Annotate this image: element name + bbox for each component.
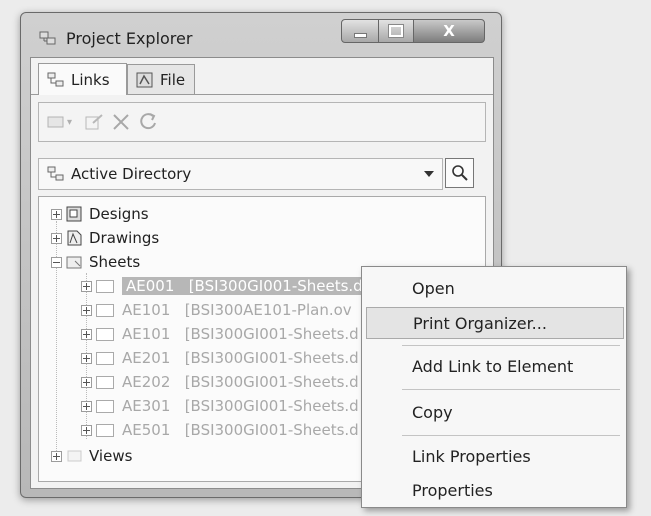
expand-icon[interactable] (81, 280, 92, 292)
sheet-name: AE201 (122, 349, 171, 367)
expand-icon[interactable] (81, 352, 92, 364)
tree-item-label: Views (89, 447, 133, 465)
context-menu: Open Print Organizer... Add Link to Elem… (361, 266, 627, 508)
title-bar[interactable]: Project Explorer X (21, 13, 501, 57)
directory-row: Active Directory (38, 158, 484, 190)
new-link-button[interactable]: ▾ (47, 112, 72, 132)
edit-link-button[interactable] (85, 112, 105, 132)
delete-x-icon (113, 114, 129, 130)
sheet-file: [BSI300GI001-Sheets.d (184, 421, 359, 439)
tree-item-designs[interactable]: Designs (51, 203, 149, 225)
sheet-icon (96, 303, 114, 317)
menu-item-copy[interactable]: Copy (366, 397, 622, 427)
sheet-name: AE501 (122, 421, 171, 439)
tab-links[interactable]: Links (38, 63, 127, 95)
views-folder-icon (67, 450, 82, 462)
menu-item-open[interactable]: Open (366, 273, 622, 303)
sheet-name: AE301 (122, 397, 171, 415)
edit-link-icon (85, 114, 103, 130)
directory-tree-icon (47, 166, 64, 181)
project-explorer-icon (39, 31, 56, 45)
tree-item-sheet[interactable]: AE501 [BSI300GI001-Sheets.d (81, 419, 359, 441)
chevron-down-icon[interactable] (424, 171, 434, 177)
window-title: Project Explorer (66, 29, 193, 48)
menu-item-properties[interactable]: Properties (366, 475, 622, 505)
tree-item-sheet[interactable]: AE101 [BSI300AE101-Plan.ov (81, 299, 352, 321)
tab-file-label: File (160, 70, 186, 89)
tab-links-label: Links (71, 70, 110, 89)
menu-item-add-link-to-element[interactable]: Add Link to Element (366, 351, 622, 381)
delete-link-button[interactable] (111, 112, 131, 132)
expand-icon[interactable] (81, 400, 92, 412)
search-button[interactable] (445, 158, 474, 188)
designs-folder-icon (66, 206, 82, 222)
menu-separator (402, 435, 620, 436)
sheet-icon (96, 279, 114, 293)
toolbar: ▾ (38, 102, 486, 142)
close-button[interactable]: X (413, 19, 485, 43)
new-link-icon (47, 116, 64, 128)
expand-icon[interactable] (51, 208, 62, 220)
sheet-name: AE101 (122, 301, 171, 319)
minimize-icon (353, 32, 367, 38)
file-tab-icon (136, 72, 153, 87)
expand-icon[interactable] (81, 304, 92, 316)
sheet-file: [BSI300AE101-Plan.ov (184, 301, 352, 319)
link-tree-icon (47, 72, 64, 86)
new-link-dropdown-arrow: ▾ (67, 116, 73, 128)
tree-item-sheet[interactable]: AE201 [BSI300GI001-Sheets.d (81, 347, 359, 369)
sheet-file: [BSI300GI001-Sheets.d (184, 325, 359, 343)
sheet-icon (96, 375, 114, 389)
expand-icon[interactable] (81, 424, 92, 436)
directory-dropdown[interactable]: Active Directory (38, 158, 443, 190)
sheet-name-selected: AE001 [BSI300GI001-Sheets.dgn] (122, 277, 392, 295)
sheet-name: AE101 (122, 325, 171, 343)
menu-item-print-organizer[interactable]: Print Organizer... (366, 307, 624, 339)
drawings-folder-icon (67, 230, 82, 246)
maximize-button[interactable] (378, 19, 414, 43)
sheet-icon (96, 399, 114, 413)
tree-item-sheet[interactable]: AE301 [BSI300GI001-Sheets.d (81, 395, 359, 417)
sheet-icon (96, 327, 114, 341)
tree-item-drawings[interactable]: Drawings (51, 227, 159, 249)
expand-icon[interactable] (81, 376, 92, 388)
sheet-icon (96, 423, 114, 437)
menu-item-link-properties[interactable]: Link Properties (366, 441, 622, 471)
expand-icon[interactable] (51, 232, 62, 244)
sheet-file: [BSI300GI001-Sheets.d (184, 397, 359, 415)
directory-selected-value: Active Directory (71, 165, 192, 183)
tree-item-sheet[interactable]: AE001 [BSI300GI001-Sheets.dgn] (81, 275, 392, 297)
tree-item-label: Designs (89, 205, 149, 223)
sheet-icon (96, 351, 114, 365)
sheet-file: [BSI300GI001-Sheets.d (184, 373, 359, 391)
tree-item-label: Drawings (89, 229, 160, 247)
refresh-icon (140, 113, 156, 130)
tree-item-label: Sheets (89, 253, 141, 271)
tree-item-sheets[interactable]: Sheets (51, 251, 140, 273)
sheet-name: AE202 (122, 373, 171, 391)
menu-separator (402, 345, 620, 346)
sheets-folder-icon (66, 256, 82, 269)
tree-item-sheet[interactable]: AE202 [BSI300GI001-Sheets.d (81, 371, 359, 393)
tab-file[interactable]: File (127, 64, 195, 94)
expand-icon[interactable] (51, 450, 62, 462)
tab-strip: Links File (31, 58, 493, 95)
close-icon: X (443, 22, 455, 40)
minimize-button[interactable] (341, 19, 379, 43)
menu-separator (402, 389, 620, 390)
tree-item-sheet[interactable]: AE101 [BSI300GI001-Sheets.d (81, 323, 359, 345)
sheet-file: [BSI300GI001-Sheets.d (184, 349, 359, 367)
expand-icon[interactable] (81, 328, 92, 340)
collapse-icon[interactable] (51, 256, 62, 268)
tree-item-views[interactable]: Views (51, 445, 132, 467)
maximize-icon (388, 24, 404, 38)
search-icon (451, 165, 468, 181)
refresh-button[interactable] (137, 112, 159, 132)
